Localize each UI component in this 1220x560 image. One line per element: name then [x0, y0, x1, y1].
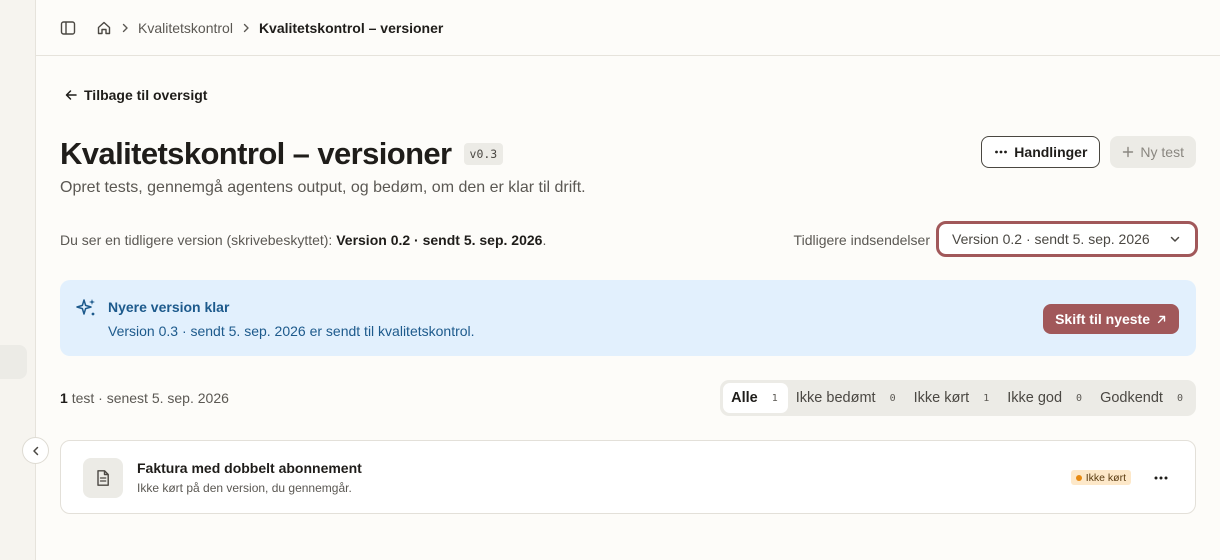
home-icon[interactable]	[96, 20, 112, 36]
filter-tab-count: 1	[983, 392, 990, 404]
rail-active-item[interactable]	[0, 345, 27, 379]
previous-submissions-label: Tidligere indsendelser	[793, 232, 930, 248]
more-horizontal-icon	[1154, 476, 1168, 480]
arrow-up-right-icon	[1157, 315, 1166, 323]
left-rail	[0, 0, 36, 560]
test-more-button[interactable]	[1149, 468, 1173, 488]
filter-tab-label: Ikke kørt	[913, 390, 970, 406]
document-icon	[83, 458, 123, 498]
back-link[interactable]: Tilbage til oversigt	[64, 87, 207, 103]
filter-tab-count: 0	[1076, 392, 1083, 404]
new-test-button[interactable]: Ny test	[1110, 136, 1196, 168]
notice-title: Nyere version klar	[108, 299, 230, 315]
chevron-right-icon	[241, 23, 251, 33]
newer-version-notice: Nyere version klar Version 0.3 · sendt 5…	[60, 280, 1196, 356]
filter-tab-ikke-god[interactable]: Ikke god 0	[999, 383, 1092, 413]
chevron-left-icon	[32, 446, 38, 455]
filter-tab-count: 0	[889, 392, 896, 404]
test-count-summary: 1 test · senest 5. sep. 2026	[60, 390, 229, 406]
more-horizontal-icon	[995, 150, 1008, 154]
readonly-version: Version 0.2 · sendt 5. sep. 2026	[336, 232, 543, 248]
readonly-note: Du ser en tidligere version (skrivebesky…	[60, 232, 546, 248]
switch-to-newest-label: Skift til nyeste	[1055, 311, 1150, 327]
filter-tab-alle[interactable]: Alle 1	[723, 383, 788, 413]
breadcrumb-item[interactable]: Kvalitetskontrol	[138, 20, 233, 36]
sparkles-icon	[75, 297, 97, 324]
readonly-suffix: .	[542, 232, 547, 248]
notice-body: Version 0.3 · sendt 5. sep. 2026 er send…	[108, 323, 475, 339]
filter-tabs: Alle 1 Ikke bedømt 0 Ikke kørt 1 Ikke go…	[720, 380, 1196, 416]
chevron-right-icon	[120, 23, 130, 33]
filter-tab-count: 1	[771, 392, 778, 404]
version-badge: v0.3	[463, 143, 504, 165]
breadcrumb-current: Kvalitetskontrol – versioner	[258, 19, 444, 36]
filter-tab-count: 0	[1176, 392, 1183, 404]
collapse-sidebar-button[interactable]	[22, 437, 49, 464]
filter-tab-godkendt[interactable]: Godkendt 0	[1092, 383, 1193, 413]
sidebar-toggle-icon[interactable]	[60, 20, 76, 36]
arrow-left-icon	[65, 90, 77, 100]
new-test-label: Ny test	[1140, 144, 1184, 160]
previous-submissions-select[interactable]: Version 0.2 · sendt 5. sep. 2026	[936, 221, 1198, 257]
handlinger-button[interactable]: Handlinger	[981, 136, 1101, 168]
previous-submissions-value: Version 0.2 · sendt 5. sep. 2026	[952, 231, 1150, 247]
plus-icon	[1123, 146, 1134, 158]
page-subtitle: Opret tests, gennemgå agentens output, o…	[60, 179, 586, 196]
test-card[interactable]: Faktura med dobbelt abonnement Ikke kørt…	[60, 440, 1196, 514]
test-count: 1	[60, 390, 68, 406]
test-subtitle: Ikke kørt på den version, du gennemgår.	[137, 481, 352, 495]
chevron-down-icon	[1170, 236, 1180, 242]
page-title: Kvalitetskontrol – versioner	[60, 136, 452, 171]
filter-tab-ikke-bedoemt[interactable]: Ikke bedømt 0	[788, 383, 906, 413]
filter-tab-ikke-koert[interactable]: Ikke kørt 1	[906, 383, 1000, 413]
switch-to-newest-button[interactable]: Skift til nyeste	[1043, 304, 1179, 334]
back-link-label: Tilbage til oversigt	[84, 87, 208, 103]
filter-tab-label: Godkendt	[1100, 390, 1163, 406]
status-label: Ikke kørt	[1085, 471, 1126, 484]
filter-tab-label: Ikke bedømt	[795, 390, 876, 406]
topbar: Kvalitetskontrol Kvalitetskontrol – vers…	[36, 0, 1220, 56]
test-count-text: test · senest 5. sep. 2026	[71, 390, 229, 406]
title-row: Kvalitetskontrol – versioner v0.3	[60, 136, 504, 172]
readonly-prefix: Du ser en tidligere version (skrivebesky…	[60, 232, 333, 248]
status-badge: Ikke kørt	[1070, 470, 1131, 485]
handlinger-label: Handlinger	[1014, 144, 1088, 160]
test-title: Faktura med dobbelt abonnement	[137, 460, 362, 476]
filter-tab-label: Alle	[731, 390, 758, 406]
status-dot	[1075, 474, 1082, 481]
filter-tab-label: Ikke god	[1007, 390, 1063, 406]
page-actions: Handlinger Ny test	[981, 136, 1196, 168]
